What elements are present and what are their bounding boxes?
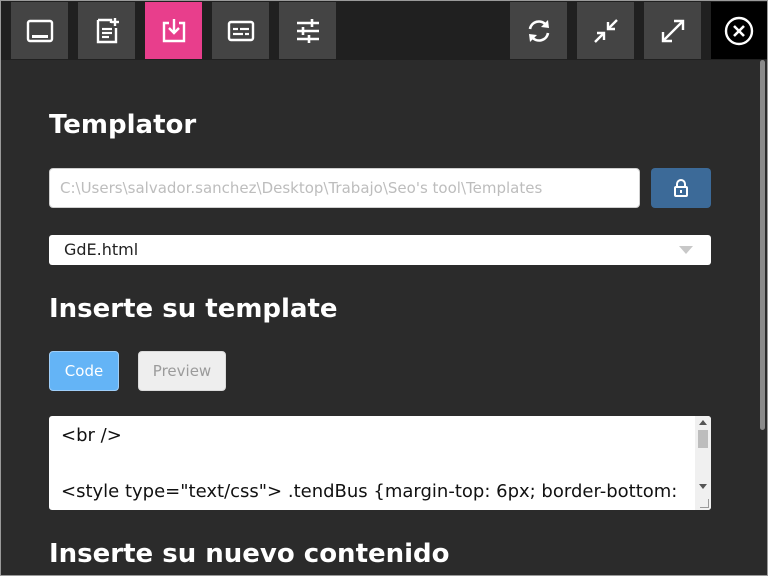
code-scrollbar[interactable] <box>695 416 711 510</box>
settings-sliders-button[interactable] <box>279 2 336 59</box>
chevron-down-icon <box>679 246 693 254</box>
refresh-icon <box>528 19 549 42</box>
lock-button[interactable] <box>651 168 711 208</box>
main-content: Templator C:\Users\salvador.sanchez\Desk… <box>1 60 757 575</box>
new-document-button[interactable] <box>78 2 135 59</box>
scroll-down-arrow-icon[interactable] <box>699 484 707 489</box>
page-scroll-thumb[interactable] <box>760 60 765 430</box>
maximize-button[interactable] <box>644 2 701 59</box>
templates-path-input[interactable]: C:\Users\salvador.sanchez\Desktop\Trabaj… <box>49 168 640 208</box>
window-button[interactable] <box>11 2 68 59</box>
templator-window: Templator C:\Users\salvador.sanchez\Desk… <box>0 0 768 576</box>
tab-preview[interactable]: Preview <box>138 351 226 391</box>
refresh-button[interactable] <box>510 2 567 59</box>
minimize-button[interactable] <box>577 2 634 59</box>
download-button[interactable] <box>145 2 202 59</box>
window-icon <box>26 19 53 42</box>
template-select[interactable]: GdE.html <box>49 235 711 265</box>
code-text: <br /> <style type="text/css"> .tendBus … <box>61 425 678 510</box>
close-circle-icon <box>724 16 754 45</box>
maximize-icon <box>661 19 684 42</box>
template-code-textarea[interactable]: <br /> <style type="text/css"> .tendBus … <box>49 416 711 510</box>
new-document-icon <box>96 17 119 43</box>
page-title: Templator <box>49 110 197 140</box>
sliders-icon <box>296 18 319 43</box>
section-title-template: Inserte su template <box>49 294 338 324</box>
subtitles-button[interactable] <box>212 2 269 59</box>
template-select-value: GdE.html <box>64 240 139 259</box>
download-icon <box>162 18 185 42</box>
close-button[interactable] <box>711 2 767 59</box>
subtitles-icon <box>227 20 254 41</box>
tab-code[interactable]: Code <box>49 351 119 391</box>
minimize-icon <box>593 18 618 43</box>
scroll-up-arrow-icon[interactable] <box>699 420 707 425</box>
scroll-thumb[interactable] <box>698 430 708 448</box>
page-scrollbar[interactable] <box>757 60 767 575</box>
toolbar <box>1 1 767 60</box>
lock-icon <box>674 179 688 197</box>
section-title-new-content: Inserte su nuevo contenido <box>49 539 450 569</box>
resize-grip-icon[interactable] <box>700 499 709 508</box>
